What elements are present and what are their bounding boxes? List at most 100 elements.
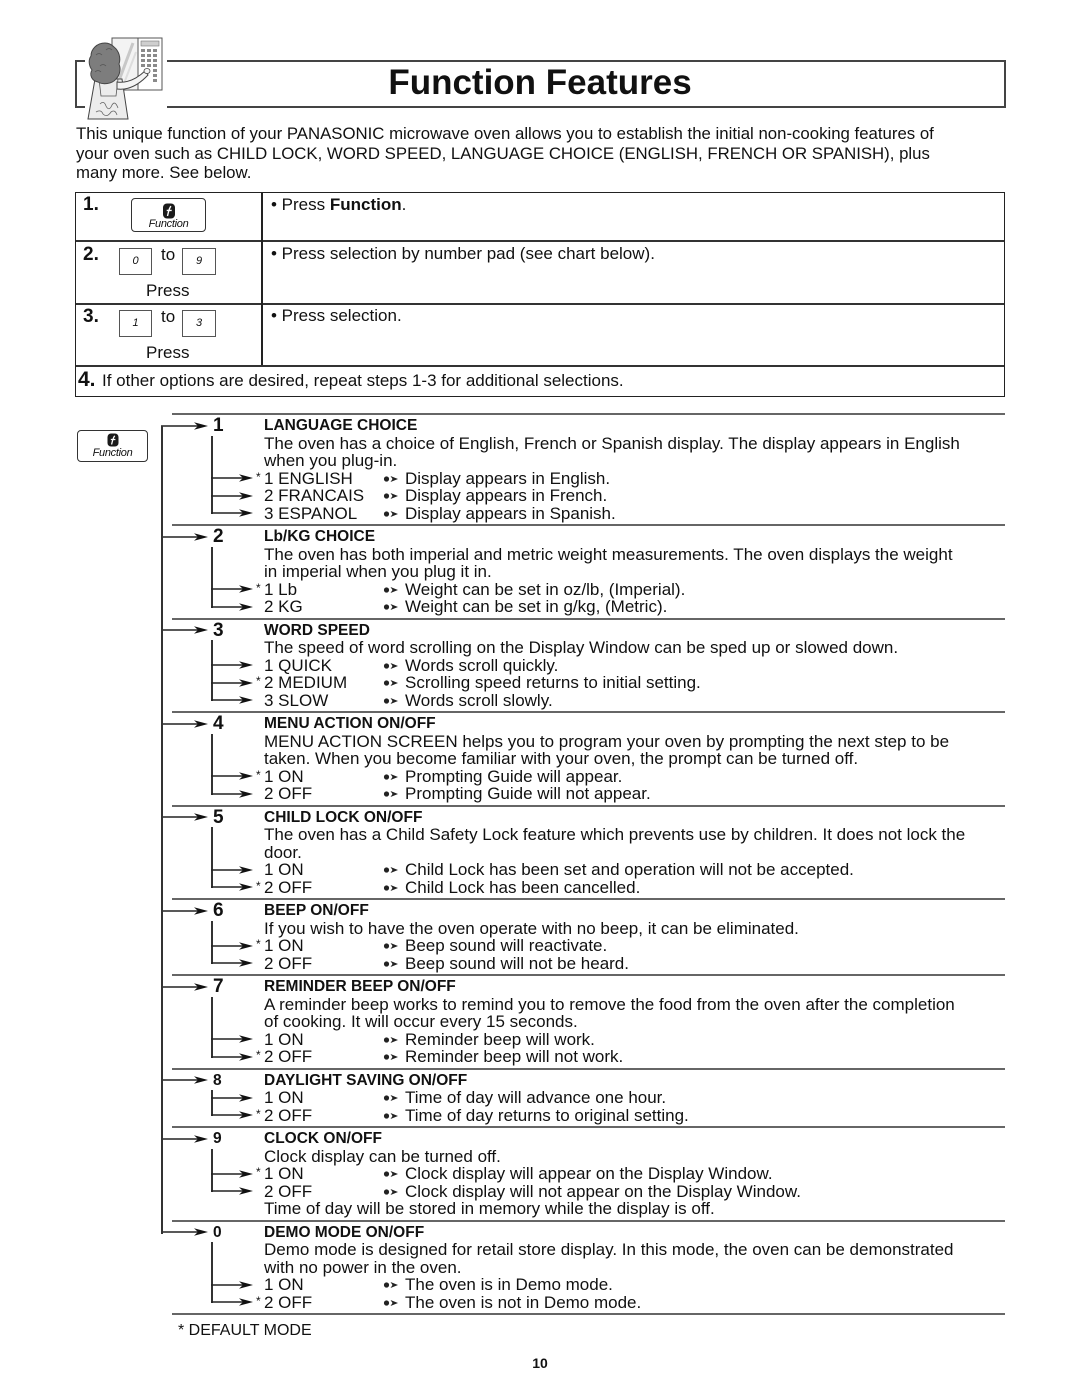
function-key-button: Function (131, 198, 206, 232)
arrow-right-icon (211, 790, 253, 798)
option-row: 3 ESPANOL Display appears in Spanish. (172, 503, 1005, 523)
section-description-line: door. (172, 842, 1005, 862)
manual-page: Function Features This unique function o… (0, 0, 1080, 1397)
arrow-bullet-icon (383, 1054, 398, 1060)
arrow-right-icon (161, 533, 208, 541)
default-marker: * (256, 580, 261, 595)
arrow-bullet-icon (383, 1095, 398, 1101)
section-description-line: Clock display can be turned off. (172, 1147, 1005, 1166)
option-description: Weight can be set in oz/lb, (Imperial). (405, 579, 686, 599)
arrow-right-icon (211, 661, 253, 669)
option-row: * 1 ON Clock display will appear on the Di… (172, 1165, 1005, 1183)
option-description: Child Lock has been set and operation wi… (405, 860, 854, 879)
option-description: Scrolling speed returns to initial setti… (405, 673, 701, 692)
section-heading: 3 WORD SPEED (172, 621, 1005, 639)
row-divider (76, 240, 1004, 242)
section-title: DAYLIGHT SAVING ON/OFF (264, 1071, 468, 1089)
arrow-bullet-icon (383, 1299, 398, 1306)
option-description: Prompting Guide will not appear. (405, 784, 651, 803)
option-label: 1 ON (264, 766, 304, 786)
function-options-chart: 1 LANGUAGE CHOICE The oven has a choice of… (161, 413, 1005, 1315)
description-text: The oven has a choice of English, French… (264, 433, 960, 453)
option-row: * 1 ON Beep sound will reactivate. (172, 937, 1005, 955)
arrow-bullet-icon (383, 884, 398, 891)
step-number: 3. (83, 306, 99, 327)
section-heading: 7 REMINDER BEEP ON/OFF (172, 977, 1005, 995)
section-title: REMINDER BEEP ON/OFF (264, 978, 456, 995)
option-row: 1 ON Time of day will advance one hour. (172, 1089, 1005, 1107)
function-key-icon (107, 433, 118, 447)
step-number: 2. (83, 244, 99, 265)
option-label: 2 OFF (264, 953, 313, 973)
section-number: 6 (213, 900, 224, 921)
section-number: 8 (213, 1071, 222, 1089)
arrow-right-icon (161, 1135, 208, 1143)
arrow-right-icon (211, 603, 253, 611)
description-text: with no power in the oven. (264, 1257, 462, 1277)
option-description: Display appears in Spanish. (405, 503, 616, 523)
option-label: 2 OFF (264, 1047, 313, 1066)
option-label: 1 ON (264, 1164, 304, 1183)
option-label: 3 SLOW (264, 690, 329, 710)
arrow-right-icon (211, 474, 253, 482)
option-branch-line (211, 546, 213, 608)
note-text: Time of day will be stored in memory whi… (264, 1199, 715, 1218)
section-description-line: when you plug-in. (172, 452, 1005, 470)
arrow-right-icon (161, 813, 208, 821)
arrow-right-icon (211, 679, 253, 687)
section-description-line: MENU ACTION SCREEN helps you to program … (172, 732, 1005, 751)
option-row: 1 QUICK Words scroll quickly. (172, 656, 1005, 675)
number-key-3: 3 (182, 310, 216, 337)
option-description: Reminder beep will work. (405, 1029, 595, 1049)
arrow-bullet-icon (383, 510, 398, 517)
option-label: 2 OFF (264, 784, 313, 803)
description-text: If you wish to have the oven operate wit… (264, 918, 799, 938)
option-description: Display appears in French. (405, 486, 608, 505)
section-description-line: The oven has both imperial and metric we… (172, 545, 1005, 564)
option-row: 1 ON Reminder beep will work. (172, 1029, 1005, 1049)
option-label: 2 OFF (264, 1105, 313, 1125)
section-description-line: of cooking. It will occur every 15 secon… (172, 1013, 1005, 1031)
feature-section: 9 CLOCK ON/OFF Clock display can be turned… (161, 1128, 1005, 1222)
option-label: 1 Lb (264, 579, 298, 599)
function-key-label: Function (148, 218, 189, 230)
option-description: Weight can be set in g/kg, (Metric). (405, 597, 668, 616)
step-instruction: If other options are desired, repeat ste… (102, 371, 624, 390)
section-description-line: in imperial when you plug it in. (172, 563, 1005, 581)
arrow-right-icon (161, 626, 208, 634)
option-row: * 1 ON Prompting Guide will appear. (172, 766, 1005, 786)
main-branch-line (161, 425, 163, 1234)
feature-section: 5 CHILD LOCK ON/OFF The oven has a Child S… (161, 807, 1005, 900)
page-number: 10 (532, 1355, 548, 1371)
option-description: Display appears in English. (405, 468, 611, 488)
arrow-right-icon (211, 585, 253, 593)
arrow-bullet-icon (383, 773, 398, 780)
option-row: 3 SLOW Words scroll slowly. (172, 690, 1005, 710)
section-number: 1 (213, 415, 224, 436)
option-row: * 2 OFF Time of day returns to original se… (172, 1105, 1005, 1125)
feature-section: 1 LANGUAGE CHOICE The oven has a choice of… (161, 415, 1005, 526)
row-divider (76, 365, 1004, 367)
feature-section: 3 WORD SPEED The speed of word scrolling o… (161, 620, 1005, 713)
option-label: 2 OFF (264, 1292, 313, 1312)
press-label: Press (146, 343, 190, 362)
press-label: Press (146, 281, 190, 300)
description-text: door. (264, 842, 302, 862)
section-title: Lb/KG CHOICE (264, 528, 376, 545)
section-heading: 0 DEMO MODE ON/OFF (172, 1224, 1005, 1242)
arrow-right-icon (161, 422, 208, 430)
number-key-1: 1 (119, 310, 152, 337)
option-label: 1 ON (264, 936, 304, 955)
arrow-right-icon (211, 1170, 253, 1178)
default-marker: * (256, 937, 261, 951)
option-row: * 1 Lb Weight can be set in oz/lb, (Imperi… (172, 579, 1005, 599)
arrow-bullet-icon (383, 791, 398, 797)
section-description-line: with no power in the oven. (172, 1257, 1005, 1277)
default-mode-note: * DEFAULT MODE (178, 1322, 312, 1339)
option-branch-line (211, 1242, 213, 1303)
section-description-line: The speed of word scrolling on the Displ… (172, 639, 1005, 657)
instruction-suffix: . (401, 195, 407, 214)
description-text: when you plug-in. (264, 451, 398, 470)
arrow-bullet-icon (383, 680, 398, 686)
section-description-line: A reminder beep works to remind you to r… (172, 995, 1005, 1014)
